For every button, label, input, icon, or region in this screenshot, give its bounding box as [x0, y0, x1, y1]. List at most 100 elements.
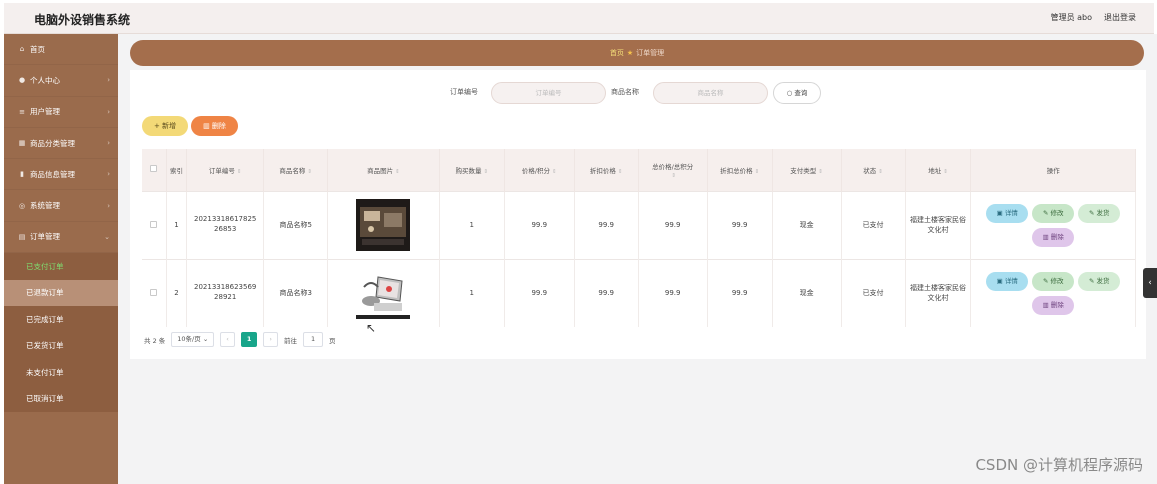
chevron-right-icon: › [107, 170, 110, 179]
next-page-button[interactable]: › [263, 332, 279, 347]
sidebar-subitem-paid[interactable]: 已支付订单 [4, 253, 118, 280]
sidebar-item-profile[interactable]: ● 个人中心 › [4, 65, 118, 97]
header-total[interactable]: 总价格/总积分 ⇕ [638, 149, 708, 191]
chevron-down-icon: ⌄ [202, 335, 209, 343]
sort-icon: ⇕ [617, 168, 623, 175]
goto-label: 前往 [284, 336, 298, 345]
chevron-right-icon: › [107, 76, 110, 85]
collapse-toggle-button[interactable]: ‹ [1143, 268, 1157, 298]
cell-qty: 1 [439, 190, 505, 259]
sidebar-item-home[interactable]: ⌂ 首页 [4, 34, 118, 66]
breadcrumb: 首页 ★ 订单管理 [130, 40, 1144, 66]
cell-image [327, 258, 440, 327]
header-discount-total[interactable]: 折扣总价格 ⇕ [707, 149, 773, 191]
sidebar-subitem-cancelled[interactable]: 已取消订单 [4, 385, 118, 413]
sort-icon: ⇕ [818, 168, 823, 175]
pagination: 共 2 条 10条/页 ⌄ ‹ 1 › 前往 1 页 [144, 332, 336, 347]
sidebar-item-products[interactable]: ▮ 商品信息管理 › [4, 159, 118, 191]
sort-icon: ⇕ [307, 168, 313, 175]
header-status[interactable]: 状态 ⇕ [841, 149, 906, 191]
trash-icon: ▥ [1042, 300, 1051, 309]
doc-icon: ▣ [996, 276, 1005, 285]
admin-label: 管理员 abo [1050, 13, 1092, 22]
add-button[interactable]: + 新增 [142, 116, 188, 136]
chevron-right-icon: › [269, 335, 273, 343]
doc-icon: ▣ [996, 208, 1005, 217]
product-image[interactable] [356, 199, 411, 251]
header-pay-type[interactable]: 支付类型 ⇕ [772, 149, 842, 191]
search-bar: 订单编号 订单编号 商品名称 商品名称 ○ 查询 [130, 82, 1146, 104]
sidebar: ⌂ 首页 ● 个人中心 › ≡ 用户管理 › ▦ 商品分类管理 › ▮ 商品信息管理 › ◎ 系统管… [4, 34, 118, 484]
product-image[interactable] [356, 267, 411, 320]
edit-button[interactable]: ✎ 修改 [1032, 203, 1075, 223]
cell-actions: ▣ 详情 ✎ 修改 ✎ 发货 ▥ 删除 [970, 258, 1136, 327]
row-delete-button[interactable]: ▥ 删除 [1032, 295, 1075, 315]
chevron-down-icon: ⌄ [104, 232, 110, 241]
edit-button[interactable]: ✎ 修改 [1032, 271, 1075, 291]
row-checkbox[interactable] [142, 190, 167, 259]
cell-index: 1 [166, 190, 188, 259]
sidebar-subitem-completed[interactable]: 已完成订单 [4, 306, 118, 333]
ship-button[interactable]: ✎ 发货 [1078, 203, 1121, 223]
sidebar-subitem-shipped[interactable]: 已发货订单 [4, 332, 118, 360]
header-address[interactable]: 地址 ⇕ [905, 149, 972, 191]
cell-discount-total: 99.9 [707, 258, 773, 327]
chevron-right-icon: › [107, 201, 110, 210]
chevron-right-icon: › [107, 107, 110, 116]
sidebar-subitem-unpaid[interactable]: 未支付订单 [4, 359, 118, 386]
header-price[interactable]: 价格/积分 ⇕ [504, 149, 575, 191]
product-name-input[interactable]: 商品名称 [653, 82, 768, 104]
sidebar-subitem-refunded[interactable]: 已退款订单 [4, 279, 118, 307]
cell-actions: ▣ 详情 ✎ 修改 ✎ 发货 ▥ 删除 [970, 190, 1136, 259]
sort-icon: ⇕ [552, 168, 557, 175]
sort-icon: ⇕ [395, 168, 400, 175]
header-image[interactable]: 商品图片 ⇕ [327, 149, 440, 191]
breadcrumb-home[interactable]: 首页 [610, 48, 624, 58]
top-bar: 电脑外设销售系统 管理员 abo 退出登录 [4, 3, 1154, 34]
cell-product: 商品名称3 [263, 258, 329, 327]
cell-price: 99.9 [504, 258, 575, 327]
header-product[interactable]: 商品名称 ⇕ [263, 149, 329, 191]
ship-button[interactable]: ✎ 发货 [1078, 271, 1121, 291]
cell-status: 已支付 [841, 258, 906, 327]
cell-price: 99.9 [504, 190, 575, 259]
header-qty[interactable]: 购买数量 ⇕ [439, 149, 505, 191]
logout-link[interactable]: 退出登录 [1104, 12, 1136, 23]
mouse-cursor-icon: ↖ [366, 321, 377, 335]
sidebar-item-users[interactable]: ≡ 用户管理 › [4, 97, 118, 128]
chart-icon: ▮ [20, 170, 24, 179]
sidebar-item-orders[interactable]: ▤ 订单管理 ⌄ [4, 222, 118, 254]
cell-address: 福建土楼客家民俗文化村 [905, 258, 972, 327]
table-header-row: 索引 订单编号 ⇕ 商品名称 ⇕ 商品图片 ⇕ 购买数量 ⇕ 价格/积分 ⇕ 折扣价格 ⇕ … [142, 149, 1136, 191]
sort-icon: ⇕ [943, 168, 948, 175]
page-size-select[interactable]: 10条/页 ⌄ [171, 332, 215, 347]
header-actions: 操作 [970, 149, 1136, 191]
settings-icon: ◎ [18, 201, 26, 210]
row-delete-button[interactable]: ▥ 删除 [1032, 227, 1075, 247]
detail-button[interactable]: ▣ 详情 [986, 203, 1029, 223]
page-1-button[interactable]: 1 [240, 332, 258, 347]
order-no-input[interactable]: 订单编号 [491, 82, 606, 104]
chevron-left-icon: ‹ [226, 335, 229, 343]
search-button[interactable]: ○ 查询 [773, 82, 821, 104]
order-no-label: 订单编号 [450, 88, 478, 96]
cell-order-no: 2021331861782526853 [186, 190, 265, 259]
cell-address: 福建土楼客家民俗文化村 [905, 190, 972, 259]
sidebar-item-system[interactable]: ◎ 系统管理 › [4, 190, 118, 222]
cell-discount-total: 99.9 [707, 190, 773, 259]
header-discount[interactable]: 折扣价格 ⇕ [574, 149, 639, 191]
breadcrumb-current: 订单管理 [636, 49, 665, 57]
sort-icon: ⇕ [236, 168, 242, 175]
prev-page-button[interactable]: ‹ [220, 332, 235, 347]
cell-total: 99.9 [638, 190, 708, 259]
delete-button[interactable]: ▥ 删除 [191, 116, 238, 136]
home-icon: ⌂ [19, 45, 25, 54]
sidebar-item-category[interactable]: ▦ 商品分类管理 › [4, 128, 118, 160]
header-order-no[interactable]: 订单编号 ⇕ [186, 149, 265, 191]
goto-page-input[interactable]: 1 [303, 332, 324, 347]
chevron-left-icon: ‹ [1148, 278, 1152, 288]
row-checkbox[interactable] [142, 258, 167, 327]
cell-qty: 1 [439, 258, 505, 327]
detail-button[interactable]: ▣ 详情 [986, 271, 1029, 291]
select-all-checkbox[interactable] [142, 149, 167, 191]
